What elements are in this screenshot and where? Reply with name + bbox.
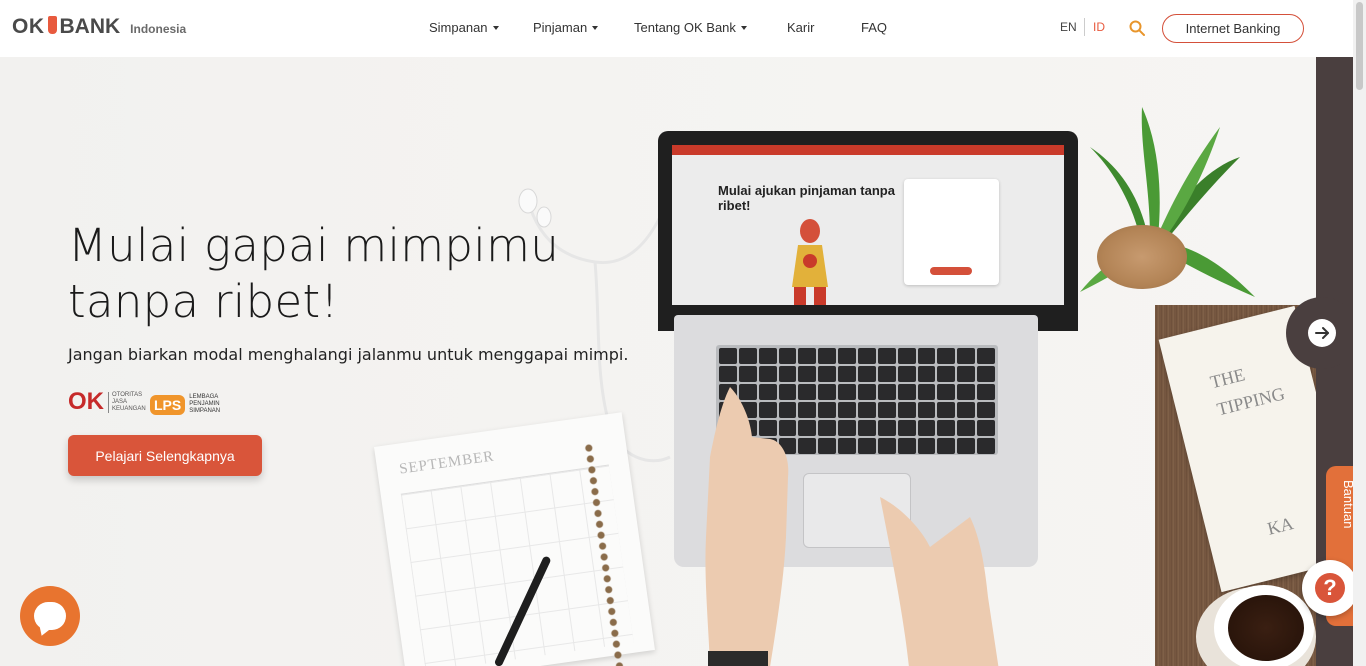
logo-ok-text: OK — [12, 15, 45, 38]
chat-icon — [34, 602, 66, 630]
hero-title-line-2: tanpa ribet! — [68, 275, 339, 328]
nav-faq[interactable]: FAQ — [861, 20, 887, 35]
ojk-line-1: OTORITAS — [112, 391, 143, 398]
right-hand — [880, 497, 999, 666]
nav-tentang-label: Tentang OK Bank — [634, 20, 736, 35]
caret-down-icon — [740, 25, 747, 30]
help-button[interactable]: ? — [1302, 560, 1358, 616]
scrollbar-thumb[interactable] — [1356, 2, 1363, 90]
nav-faq-label: FAQ — [861, 20, 888, 35]
ojk-line-2: JASA — [112, 398, 128, 405]
book-title: THE TIPPING — [1208, 364, 1287, 420]
lps-text: LEMBAGA PENJAMIN SIMPANAN — [189, 394, 220, 415]
lps-line-3: SIMPANAN — [189, 408, 221, 414]
question-icon: ? — [1315, 573, 1345, 603]
mascot-figure — [792, 219, 828, 305]
coffee — [1228, 595, 1304, 661]
notebook-month: SEPTEMBER — [398, 448, 496, 478]
chat-button[interactable] — [20, 586, 80, 646]
laptop-screen-title: Mulai ajukan pinjaman tanpa ribet! — [718, 183, 895, 213]
header: OK BANK Indonesia Simpanan Pinjaman Tent… — [0, 0, 1316, 57]
ojk-line-3: KEUANGAN — [112, 405, 146, 412]
nav-karir-label: Karir — [787, 20, 815, 35]
lang-divider — [1084, 18, 1085, 36]
page: Mulai ajukan pinjaman tanpa ribet! SEPTE… — [0, 0, 1366, 666]
nav-tentang[interactable]: Tentang OK Bank — [634, 20, 747, 35]
lang-en[interactable]: EN — [1060, 20, 1077, 34]
ojk-text: OTORITAS JASA KEUANGAN — [108, 391, 146, 413]
book-author: KA — [1265, 513, 1296, 539]
hero-subtitle: Jangan biarkan modal menghalangi jalanmu… — [68, 345, 629, 364]
okbank-logo[interactable]: OK BANK Indonesia — [12, 15, 186, 39]
hero-title: Mulai gapai mimpimu tanpa ribet! — [68, 218, 559, 330]
lps-logo: LPS LEMBAGA PENJAMIN SIMPANAN — [150, 394, 220, 415]
laptop-screen: Mulai ajukan pinjaman tanpa ribet! — [672, 145, 1064, 305]
caret-down-icon — [592, 25, 599, 30]
hero-title-line-1: Mulai gapai mimpimu — [68, 219, 560, 272]
lps-mark: LPS — [150, 394, 186, 415]
lps-line-1: LEMBAGA — [189, 394, 219, 400]
arrow-right-icon[interactable] — [1308, 319, 1336, 347]
left-hand — [705, 387, 789, 666]
logo-bank-text: BANK — [59, 15, 121, 38]
internet-banking-button[interactable]: Internet Banking — [1162, 14, 1304, 43]
ojk-mark: OK — [68, 388, 104, 415]
nav-pinjaman[interactable]: Pinjaman — [533, 20, 599, 35]
lang-id[interactable]: ID — [1093, 20, 1105, 34]
page-scrollbar[interactable] — [1353, 0, 1366, 666]
nav-simpanan[interactable]: Simpanan — [429, 20, 499, 35]
logo-mark-icon — [47, 16, 57, 34]
loan-form-card — [904, 179, 999, 285]
caret-down-icon — [492, 25, 499, 30]
nav-pinjaman-label: Pinjaman — [533, 20, 588, 35]
logo-country: Indonesia — [130, 22, 187, 36]
ojk-logo: OK OTORITAS JASA KEUANGAN — [68, 388, 146, 416]
search-icon[interactable] — [1129, 20, 1145, 36]
nav-karir[interactable]: Karir — [787, 20, 814, 35]
laptop-screen-header — [672, 145, 1064, 155]
loan-form-submit — [930, 267, 972, 275]
header-right-fill — [1316, 0, 1353, 57]
plant-pot — [1097, 225, 1187, 289]
lps-line-2: PENJAMIN — [189, 401, 220, 407]
learn-more-button[interactable]: Pelajari Selengkapnya — [68, 435, 262, 476]
nav-simpanan-label: Simpanan — [429, 20, 488, 35]
